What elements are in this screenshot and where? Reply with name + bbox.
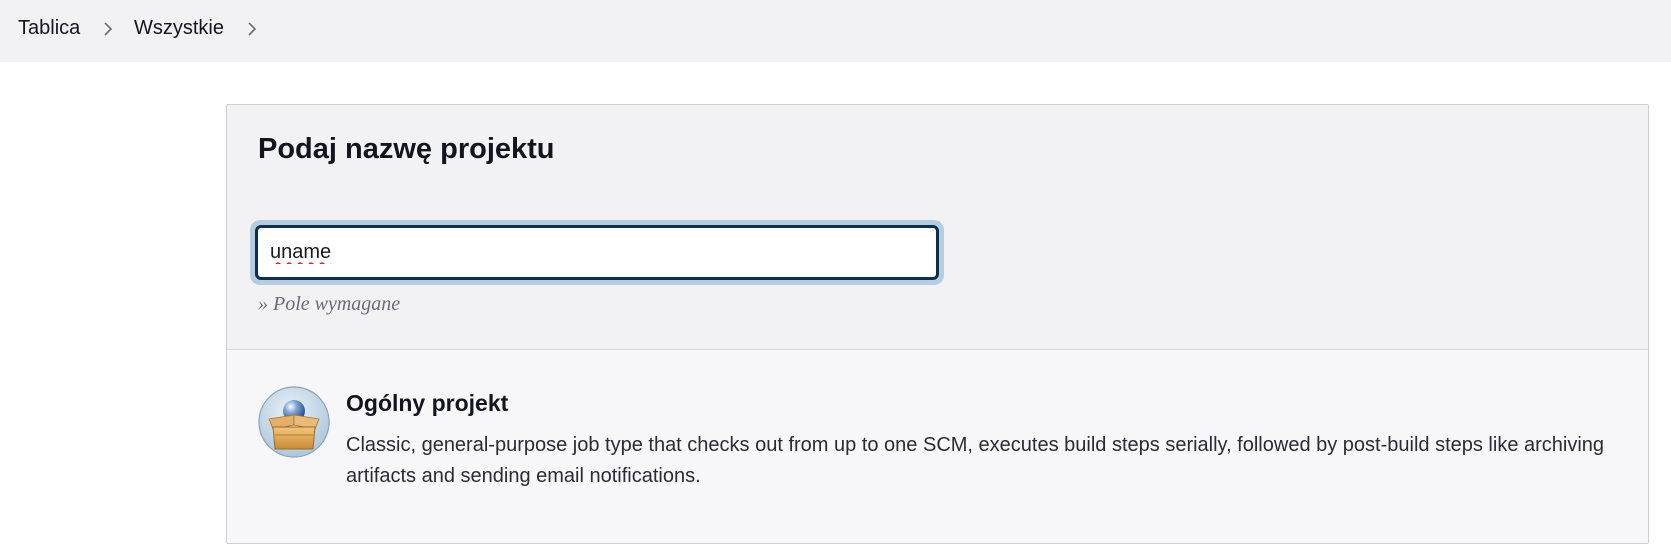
freestyle-project-icon [258,386,330,458]
breadcrumb: Tablica Wszystkie [0,0,1671,62]
job-type-freestyle[interactable]: Ogólny projekt Classic, general-purpose … [227,350,1648,545]
required-field-hint: » Pole wymagane [258,293,401,315]
breadcrumb-item-wszystkie[interactable]: Wszystkie [134,17,224,40]
breadcrumb-item-tablica[interactable]: Tablica [18,17,80,40]
chevron-right-icon[interactable] [242,19,262,39]
job-type-description: Classic, general-purpose job type that c… [346,434,1605,487]
item-name-input[interactable] [255,225,939,280]
job-type-title: Ogólny projekt [346,390,509,416]
name-input-focus-ring [250,220,944,285]
item-name-section: Podaj nazwę projektu » Pole wymagane [227,105,1648,350]
page-title: Podaj nazwę projektu [258,133,555,165]
new-item-panel: Podaj nazwę projektu » Pole wymagane [226,104,1649,544]
chevron-right-icon [104,22,113,36]
